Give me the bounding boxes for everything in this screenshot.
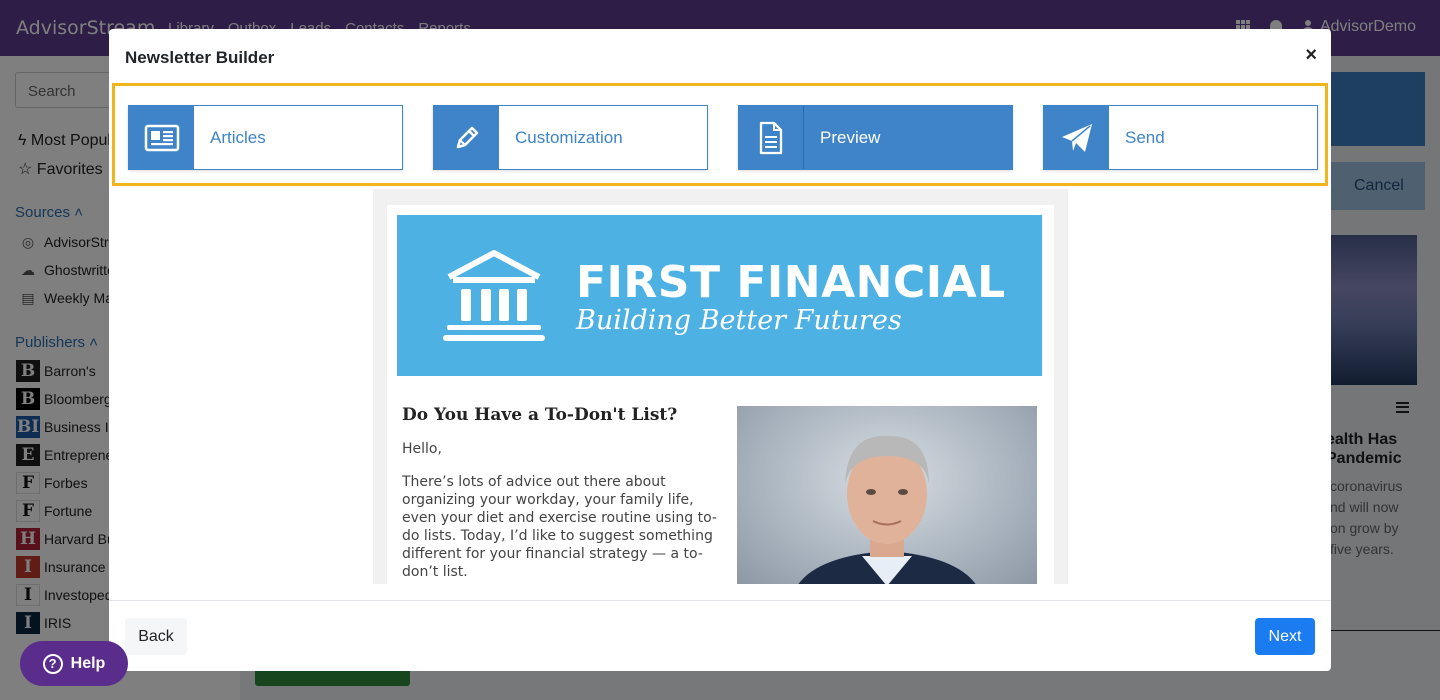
newsletter-body: FIRST FINANCIAL Building Better Futures …: [387, 205, 1054, 584]
back-button[interactable]: Back: [125, 618, 187, 655]
article-body: There’s lots of advice out there about o…: [402, 474, 717, 580]
newsletter-preview[interactable]: FIRST FINANCIAL Building Better Futures …: [373, 189, 1068, 584]
company-name: FIRST FINANCIAL: [576, 257, 1006, 308]
newsletter-banner: FIRST FINANCIAL Building Better Futures: [397, 215, 1042, 376]
step-articles[interactable]: Articles: [128, 105, 403, 170]
step-label: Customization: [515, 127, 623, 147]
step-label: Preview: [820, 127, 881, 147]
advisor-portrait-image: [737, 406, 1037, 584]
modal-footer: Back Next: [109, 600, 1331, 671]
bank-building-icon: [443, 250, 545, 341]
step-label: Articles: [210, 127, 266, 147]
help-label: Help: [70, 654, 106, 672]
pencil-icon: [434, 106, 499, 169]
question-icon: ?: [42, 653, 63, 674]
step-customization[interactable]: Customization: [433, 105, 708, 170]
newsletter-builder-modal: Newsletter Builder × Articles Customizat…: [109, 29, 1331, 671]
step-preview[interactable]: Preview: [738, 105, 1013, 170]
document-icon: [739, 106, 804, 169]
step-label: Send: [1125, 127, 1165, 147]
article-title: Do You Have a To-Don't List?: [402, 405, 678, 425]
help-button[interactable]: ? Help: [20, 641, 128, 686]
paper-plane-icon: [1044, 106, 1109, 169]
next-button[interactable]: Next: [1255, 618, 1315, 655]
company-tagline: Building Better Futures: [576, 305, 902, 336]
newspaper-icon: [129, 106, 194, 169]
close-icon[interactable]: ×: [1305, 45, 1317, 65]
steps-highlight: Articles Customization Preview Send: [112, 83, 1328, 186]
article-greeting: Hello,: [402, 441, 442, 457]
step-send[interactable]: Send: [1043, 105, 1318, 170]
modal-title: Newsletter Builder: [125, 48, 275, 67]
